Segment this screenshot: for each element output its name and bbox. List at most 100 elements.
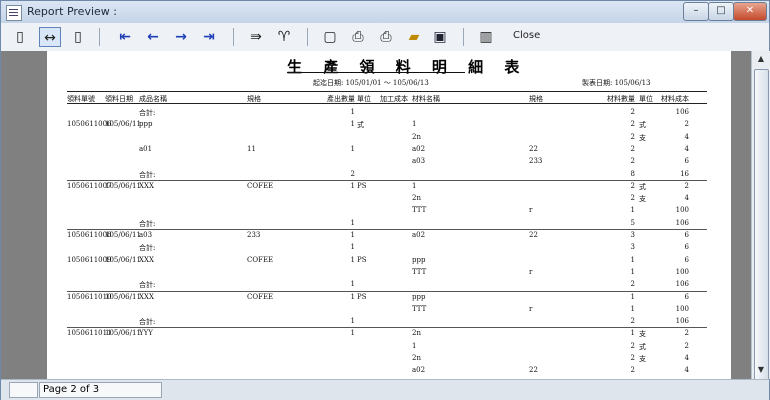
last-page-icon[interactable]: ⇥: [198, 27, 220, 47]
header-bottom-rule: [67, 103, 707, 104]
table-cell: 支: [639, 133, 646, 142]
table-cell: 合計:: [139, 219, 156, 228]
first-page-icon[interactable]: ⇤: [114, 27, 136, 47]
table-cell: ppp: [412, 292, 426, 301]
table-cell: 1: [350, 218, 355, 227]
group-separator: [67, 229, 707, 230]
table-cell: PS: [357, 181, 367, 190]
table-cell: 4: [684, 366, 689, 375]
table-cell: 合計:: [139, 109, 156, 117]
close-preview-button[interactable]: Close: [513, 30, 540, 41]
title-bar: Report Preview : – □ ✕: [1, 1, 769, 23]
table-cell: 1: [630, 267, 635, 276]
report-icon[interactable]: ▥: [475, 27, 497, 47]
app-icon: [6, 5, 22, 21]
table-cell: 合計:: [139, 281, 156, 290]
table-cell: 1: [350, 120, 355, 129]
find-icon[interactable]: ♈: [273, 27, 295, 47]
table-cell: 1: [630, 255, 635, 264]
table-cell: PS: [357, 255, 367, 264]
table-cell: 1: [412, 120, 417, 129]
scroll-thumb[interactable]: [754, 69, 769, 389]
table-cell: 合計:: [139, 170, 156, 179]
table-cell: 1: [350, 243, 355, 252]
table-cell: COFEE: [247, 255, 274, 264]
table-cell: 2: [630, 317, 635, 326]
status-bar: Page 2 of 3: [1, 379, 769, 400]
title-underline: [287, 72, 465, 73]
table-cell: 16: [680, 169, 689, 178]
table-cell: 式: [639, 342, 646, 351]
date-range: 起迄日期: 105/01/01 ～ 105/06/13: [313, 79, 429, 87]
page-width-icon[interactable]: ↔: [39, 27, 61, 47]
table-cell: 1050611011: [67, 329, 112, 338]
table-cell: 1050611010: [67, 292, 112, 301]
table-cell: 2n: [412, 354, 421, 362]
goto-page-icon[interactable]: ⇛: [245, 27, 267, 47]
toolbar-separator: [307, 28, 308, 46]
table-cell: 4: [684, 144, 689, 153]
table-cell: r: [529, 304, 533, 313]
table-cell: 6: [684, 255, 689, 264]
minimize-button[interactable]: –: [683, 2, 709, 21]
open-folder-icon[interactable]: ▰: [403, 27, 425, 47]
table-cell: 6: [684, 231, 689, 239]
table-cell: 2: [630, 181, 635, 190]
previous-page-icon[interactable]: ←: [142, 27, 164, 47]
table-cell: 3: [630, 243, 635, 252]
table-cell: PS: [357, 292, 367, 301]
table-cell: a01: [139, 144, 153, 153]
next-page-icon[interactable]: →: [170, 27, 192, 47]
table-cell: 2n: [412, 132, 421, 141]
table-cell: 1: [350, 231, 355, 239]
table-cell: 1: [350, 181, 355, 190]
table-cell: 1050611007: [67, 181, 112, 190]
table-cell: XXX: [139, 292, 154, 301]
page-single-icon[interactable]: ▯: [9, 27, 31, 47]
table-cell: 合計:: [139, 244, 156, 253]
table-cell: 100: [675, 206, 689, 215]
table-cell: a02: [412, 144, 426, 153]
table-cell: 4: [684, 354, 689, 362]
table-cell: 11: [247, 144, 256, 153]
table-cell: ppp: [412, 255, 426, 264]
table-cell: 100: [675, 304, 689, 313]
copy-icon[interactable]: ▢: [319, 27, 341, 47]
table-cell: 合計:: [139, 318, 156, 327]
table-cell: 3: [630, 231, 635, 239]
table-cell: 1: [350, 317, 355, 326]
save-icon[interactable]: ▣: [429, 27, 451, 47]
table-cell: 106: [675, 317, 689, 326]
report-title: 生 產 領 料 明 細 表: [287, 58, 528, 76]
table-cell: 2: [630, 354, 635, 362]
table-cell: r: [529, 267, 533, 276]
group-separator: [67, 179, 707, 181]
table-cell: COFEE: [247, 292, 274, 301]
table-cell: 1: [350, 255, 355, 264]
maximize-button[interactable]: □: [708, 2, 734, 21]
scroll-down-icon[interactable]: ▼: [755, 364, 767, 376]
table-cell: 1: [350, 292, 355, 301]
table-cell: 1: [630, 206, 635, 215]
table-cell: 1: [350, 329, 355, 338]
scroll-up-icon[interactable]: ▲: [755, 53, 767, 65]
header-top-rule: [67, 91, 707, 92]
table-cell: 105/06/11: [105, 329, 141, 338]
page-whole-icon[interactable]: ▯: [67, 27, 89, 47]
table-cell: 式: [357, 121, 364, 130]
table-cell: 6: [684, 292, 689, 301]
table-cell: 2n: [412, 329, 421, 338]
close-window-button[interactable]: ✕: [733, 2, 767, 21]
print-setup-icon[interactable]: ⎙: [347, 27, 369, 47]
print-icon[interactable]: ⎙: [375, 27, 397, 47]
table-cell: 1: [630, 304, 635, 313]
table-cell: 22: [529, 231, 538, 239]
table-cell: 22: [529, 366, 538, 375]
table-cell: 105/06/11: [105, 181, 141, 190]
table-cell: ppp: [139, 120, 153, 129]
vertical-scrollbar[interactable]: ▲ ▼: [751, 51, 770, 389]
table-cell: COFEE: [247, 181, 274, 190]
table-cell: 1: [350, 280, 355, 289]
table-cell: 1: [412, 341, 417, 350]
table-cell: 4: [684, 132, 689, 141]
